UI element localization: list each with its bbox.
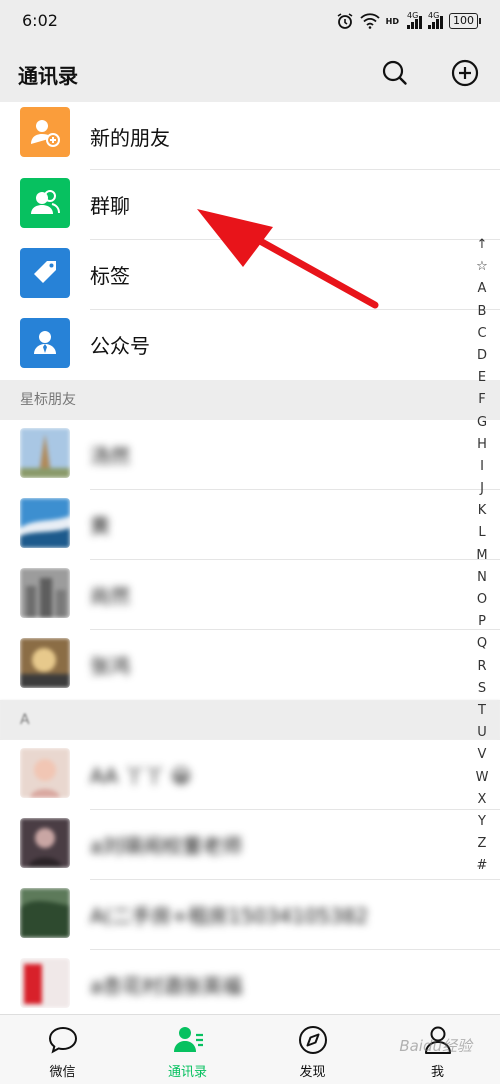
contact-name: a杏花村酒张英福 bbox=[90, 974, 243, 998]
tab-discover[interactable]: 发现 bbox=[250, 1015, 375, 1084]
index-letter[interactable]: O bbox=[477, 589, 487, 611]
contact-row[interactable]: a杏花村酒张英福 bbox=[0, 950, 500, 1020]
status-time: 6:02 bbox=[22, 11, 58, 30]
index-letter[interactable]: Q bbox=[477, 633, 487, 655]
menu-label: 新的朋友 bbox=[90, 126, 170, 150]
index-letter[interactable]: T bbox=[478, 700, 486, 722]
index-letter[interactable]: I bbox=[480, 456, 484, 478]
contact-name: a刘瑛闹校董老师 bbox=[90, 834, 243, 858]
index-letter[interactable]: U bbox=[477, 722, 487, 744]
add-friend-icon bbox=[20, 107, 70, 157]
avatar bbox=[20, 638, 70, 688]
add-icon[interactable] bbox=[449, 57, 481, 89]
contact-row[interactable]: 尚然 bbox=[0, 560, 500, 630]
contact-name: 黄 bbox=[90, 514, 110, 538]
contact-row[interactable]: 黄 bbox=[0, 490, 500, 560]
wifi-icon bbox=[360, 13, 380, 29]
index-letter[interactable]: V bbox=[478, 744, 487, 766]
index-letter[interactable]: Y bbox=[478, 811, 486, 833]
tab-contacts[interactable]: 通讯录 bbox=[125, 1015, 250, 1084]
index-letter[interactable]: Z bbox=[478, 833, 487, 855]
page-title: 通讯录 bbox=[18, 64, 78, 88]
index-letter[interactable]: M bbox=[476, 545, 487, 567]
index-letter[interactable]: A bbox=[478, 278, 487, 300]
index-letter[interactable]: # bbox=[477, 855, 488, 877]
alarm-icon bbox=[337, 13, 353, 29]
avatar bbox=[20, 748, 70, 798]
index-letter[interactable]: L bbox=[478, 522, 485, 544]
menu-label: 标签 bbox=[90, 264, 130, 288]
index-letter[interactable]: R bbox=[477, 656, 486, 678]
menu-label: 群聊 bbox=[90, 194, 130, 218]
search-icon[interactable] bbox=[379, 57, 411, 89]
index-letter[interactable]: P bbox=[478, 611, 486, 633]
official-account-icon bbox=[20, 318, 70, 368]
alphabet-index[interactable]: ↑ ☆ A B C D E F G H I J K L M N O P Q R S T U V W X Y Z # bbox=[472, 234, 492, 877]
section-header-a: A bbox=[0, 700, 500, 740]
tab-label: 我 bbox=[430, 1065, 444, 1080]
index-letter[interactable]: H bbox=[477, 434, 487, 456]
avatar bbox=[20, 888, 70, 938]
contacts-icon bbox=[173, 1027, 203, 1052]
index-letter[interactable]: F bbox=[478, 389, 485, 411]
status-icons: HD 4G 4G 100 bbox=[336, 9, 481, 33]
index-letter[interactable]: K bbox=[478, 500, 487, 522]
contact-name: 张鸿 bbox=[90, 654, 130, 678]
signal-icon: 4G bbox=[428, 11, 443, 29]
contacts-list[interactable]: 新的朋友 群聊 标签 公众号 星标朋友 汤然 黄 尚然 张鸿 A AA 丫丫 😀… bbox=[0, 102, 500, 1020]
tag-icon bbox=[20, 248, 70, 298]
index-letter[interactable]: S bbox=[478, 678, 486, 700]
menu-label: 公众号 bbox=[90, 334, 150, 358]
index-letter[interactable]: J bbox=[480, 478, 484, 500]
contact-name: 尚然 bbox=[90, 584, 130, 608]
avatar bbox=[20, 958, 70, 1008]
contact-row[interactable]: 汤然 bbox=[0, 420, 500, 490]
avatar bbox=[20, 568, 70, 618]
contact-row[interactable]: AA 丫丫 😀 bbox=[0, 740, 500, 810]
group-chat-icon bbox=[20, 178, 70, 228]
battery-icon: 100 bbox=[449, 13, 481, 29]
menu-group-chats[interactable]: 群聊 bbox=[0, 170, 500, 240]
index-letter[interactable]: W bbox=[476, 767, 489, 789]
bottom-tab-bar: 微信 通讯录 发现 我 Baidu经验 bbox=[0, 1014, 500, 1084]
contact-name: AA 丫丫 😀 bbox=[90, 764, 192, 788]
index-letter[interactable]: X bbox=[478, 789, 487, 811]
contact-row[interactable]: a刘瑛闹校董老师 bbox=[0, 810, 500, 880]
menu-official-accounts[interactable]: 公众号 bbox=[0, 310, 500, 380]
tab-label: 微信 bbox=[49, 1065, 76, 1080]
index-letter[interactable]: C bbox=[477, 323, 486, 345]
index-letter[interactable]: N bbox=[477, 567, 487, 589]
hd-label: HD bbox=[385, 16, 399, 26]
avatar bbox=[20, 498, 70, 548]
contact-name: 汤然 bbox=[90, 444, 130, 468]
index-letter[interactable]: D bbox=[477, 345, 487, 367]
contact-row[interactable]: 张鸿 bbox=[0, 630, 500, 700]
watermark: Baidu经验 bbox=[399, 1037, 472, 1055]
index-letter[interactable]: E bbox=[478, 367, 486, 389]
tab-label: 通讯录 bbox=[167, 1065, 207, 1080]
menu-tags[interactable]: 标签 bbox=[0, 240, 500, 310]
avatar bbox=[20, 428, 70, 478]
tab-chats[interactable]: 微信 bbox=[0, 1015, 125, 1084]
compass-icon bbox=[298, 1026, 327, 1054]
signal-icon: 4G bbox=[407, 11, 422, 29]
menu-new-friends[interactable]: 新的朋友 bbox=[0, 102, 500, 170]
contact-name: A(二手房+租房15034105382 bbox=[90, 904, 369, 928]
index-letter[interactable]: G bbox=[477, 412, 487, 434]
status-bar: 6:02 HD 4G 4G 100 bbox=[0, 0, 500, 44]
avatar bbox=[20, 818, 70, 868]
title-bar: 通讯录 bbox=[0, 44, 500, 102]
index-letter[interactable]: ☆ bbox=[476, 256, 488, 278]
chat-bubble-icon bbox=[48, 1026, 77, 1054]
contact-row[interactable]: A(二手房+租房15034105382 bbox=[0, 880, 500, 950]
index-letter[interactable]: ↑ bbox=[477, 234, 488, 256]
tab-label: 发现 bbox=[299, 1065, 326, 1080]
index-letter[interactable]: B bbox=[478, 301, 487, 323]
section-header-starred: 星标朋友 bbox=[0, 380, 500, 420]
